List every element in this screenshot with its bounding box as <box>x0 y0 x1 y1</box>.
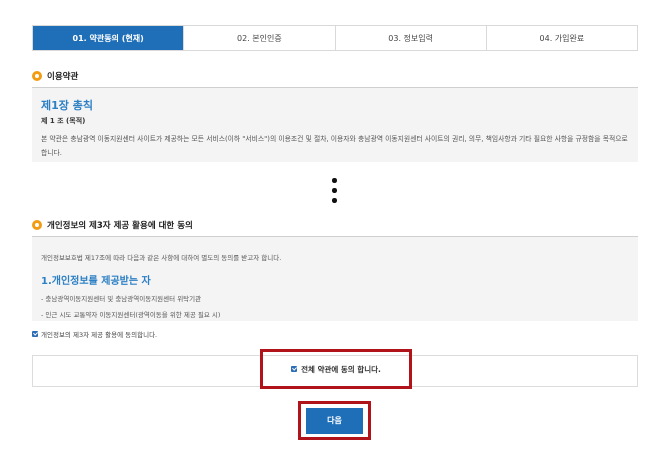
terms-section-title: 이용약관 <box>32 70 78 82</box>
privacy-recipient-item: - 인근 시도 교통약자 이동지원센터(광역이동을 위한 제공 필요 시) <box>41 311 221 319</box>
privacy-scroll-box[interactable]: 개인정보보호법 제17조에 따라 다음과 같은 사항에 대하여 별도의 동의를 … <box>32 236 638 321</box>
terms-article-text: 본 약관은 충남광역 이동지원센터 사이트가 제공하는 모든 서비스(이하 "서… <box>41 135 628 157</box>
privacy-intro-text: 개인정보보호법 제17조에 따라 다음과 같은 사항에 대하여 별도의 동의를 … <box>41 254 282 262</box>
next-button[interactable]: 다음 <box>306 407 363 434</box>
section-bullet-icon <box>32 220 42 230</box>
privacy-agree-checkbox-row[interactable]: 개인정보의 제3자 제공 활용에 동의합니다. <box>32 329 157 339</box>
ellipsis-vertical-icon <box>332 178 338 208</box>
terms-chapter-title: 제1장 총칙 <box>41 99 93 112</box>
step-1-terms-agreement: 01. 약관동의 (현재) <box>33 26 185 50</box>
agree-all-checkbox[interactable] <box>291 366 298 372</box>
terms-article-title: 제 1 조 (목적) <box>41 117 86 125</box>
agree-all-checkbox-row[interactable]: 전체 약관에 동의 합니다. <box>291 364 381 375</box>
next-button-highlight: 다음 <box>298 401 371 440</box>
step-progress-bar: 01. 약관동의 (현재) 02. 본인인증 03. 정보입력 04. 가입완료 <box>32 25 638 51</box>
terms-section-title-text: 이용약관 <box>47 72 79 82</box>
step-4-signup-complete: 04. 가입완료 <box>486 26 637 50</box>
privacy-recipient-heading: 1.개인정보를 제공받는 자 <box>41 276 151 287</box>
privacy-section-title: 개인정보의 제3자 제공 활용에 대한 동의 <box>32 219 193 231</box>
step-2-identity-verification: 02. 본인인증 <box>184 26 336 50</box>
agree-all-label: 전체 약관에 동의 합니다. <box>301 364 381 374</box>
privacy-agree-label: 개인정보의 제3자 제공 활용에 동의합니다. <box>41 331 158 339</box>
terms-scroll-box[interactable]: 제1장 총칙 제 1 조 (목적) 본 약관은 충남광역 이동지원센터 사이트가… <box>32 87 638 162</box>
privacy-section-title-text: 개인정보의 제3자 제공 활용에 대한 동의 <box>47 221 193 231</box>
privacy-agree-checkbox[interactable] <box>32 331 38 337</box>
step-3-info-entry: 03. 정보입력 <box>335 26 487 50</box>
section-bullet-icon <box>32 71 42 81</box>
agree-all-highlight: 전체 약관에 동의 합니다. <box>260 349 412 389</box>
privacy-recipient-item: - 충남광역이동지원센터 및 충남광역이동지원센터 위탁기관 <box>41 295 202 303</box>
